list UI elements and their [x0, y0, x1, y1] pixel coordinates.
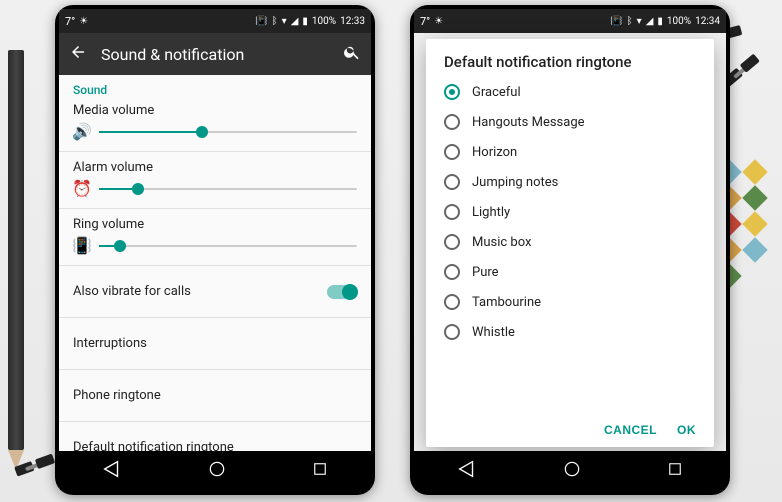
wifi-icon: ▾ [637, 16, 642, 27]
alarm-volume-slider[interactable] [99, 188, 357, 190]
alarm-volume-label: Alarm volume [73, 160, 357, 175]
battery-icon: ▮ [302, 16, 308, 27]
settings-content: Sound Media volume 🔊 Alarm volume ⏰ [59, 75, 371, 451]
clock: 12:34 [695, 16, 720, 27]
vibrate-calls-label: Also vibrate for calls [73, 284, 191, 299]
ringtone-option[interactable]: Lightly [436, 197, 704, 227]
ringtone-option[interactable]: Tambourine [436, 287, 704, 317]
ringtone-option-list[interactable]: Graceful Hangouts Message Horizon Jumping n… [426, 77, 714, 415]
section-sound: Sound [73, 83, 357, 97]
ringtone-option-label: Music box [472, 235, 531, 250]
default-ringtone-label: Default notification ringtone [73, 440, 234, 451]
volume-icon: 🔊 [73, 122, 91, 141]
temperature: 7° [420, 15, 430, 28]
ringtone-option[interactable]: Hangouts Message [436, 107, 704, 137]
status-bar: 7° ☀ 📳 ᛒ ▾ ◢ ▮ 100% 12:33 [59, 9, 371, 33]
wifi-icon: ▾ [282, 16, 287, 27]
vibrate-status-icon: 📳 [610, 16, 622, 27]
signal-icon: ◢ [646, 16, 654, 27]
cancel-button[interactable]: CANCEL [604, 423, 657, 437]
ringtone-option[interactable]: Graceful [436, 77, 704, 107]
temperature: 7° [65, 15, 75, 28]
radio-icon [444, 294, 460, 310]
nav-back-icon[interactable] [101, 458, 123, 484]
ring-volume-label: Ring volume [73, 217, 357, 232]
battery-pct: 100% [667, 16, 691, 27]
back-icon[interactable] [69, 43, 87, 65]
radio-icon [444, 204, 460, 220]
weather-icon: ☀ [434, 16, 443, 27]
ringtone-option-label: Jumping notes [472, 175, 558, 190]
phone-ringtone-label: Phone ringtone [73, 388, 161, 403]
media-volume-slider[interactable] [99, 131, 357, 133]
radio-icon [444, 84, 460, 100]
dimmed-background: ORAIPDNWShow all notification content De… [414, 33, 726, 451]
battery-icon: ▮ [657, 16, 663, 27]
page-title: Sound & notification [101, 45, 329, 64]
app-bar: Sound & notification [59, 33, 371, 75]
interruptions-row[interactable]: Interruptions [73, 326, 357, 361]
radio-icon [444, 234, 460, 250]
ringtone-option[interactable]: Jumping notes [436, 167, 704, 197]
ringtone-option-label: Graceful [472, 85, 521, 100]
ringtone-option-label: Hangouts Message [472, 115, 585, 130]
phone-left: 7° ☀ 📳 ᛒ ▾ ◢ ▮ 100% 12:33 Sound & notifi… [55, 5, 375, 495]
radio-icon [444, 144, 460, 160]
ringtone-option-label: Tambourine [472, 295, 541, 310]
ok-button[interactable]: OK [677, 423, 696, 437]
nav-back-icon[interactable] [456, 458, 478, 484]
nav-home-icon[interactable] [562, 459, 582, 483]
ring-volume-row: Ring volume 📳 [73, 217, 357, 255]
dialog-title: Default notification ringtone [426, 39, 714, 77]
weather-icon: ☀ [79, 16, 88, 27]
vibrate-icon: 📳 [73, 236, 91, 255]
status-bar: 7° ☀ 📳 ᛒ ▾ ◢ ▮ 100% 12:34 [414, 9, 726, 33]
nav-bar [414, 451, 726, 491]
ringtone-option-label: Horizon [472, 145, 517, 160]
radio-icon [444, 114, 460, 130]
nav-recent-icon[interactable] [666, 460, 684, 482]
ringtone-option[interactable]: Horizon [436, 137, 704, 167]
ring-volume-slider[interactable] [99, 245, 357, 247]
media-volume-row: Media volume 🔊 [73, 103, 357, 141]
media-volume-label: Media volume [73, 103, 357, 118]
radio-icon [444, 264, 460, 280]
ringtone-option[interactable]: Pure [436, 257, 704, 287]
alarm-icon: ⏰ [73, 179, 91, 198]
pencil-prop [8, 50, 24, 450]
ringtone-option[interactable]: Whistle [436, 317, 704, 347]
ringtone-option-label: Lightly [472, 205, 510, 220]
ringtone-dialog: Default notification ringtone Graceful Ha… [426, 39, 714, 447]
ringtone-option[interactable]: Music box [436, 227, 704, 257]
vibrate-calls-switch[interactable] [327, 285, 357, 299]
nav-home-icon[interactable] [207, 459, 227, 483]
vibrate-status-icon: 📳 [255, 16, 267, 27]
phone-ringtone-row[interactable]: Phone ringtone [73, 378, 357, 413]
vibrate-calls-row[interactable]: Also vibrate for calls [73, 274, 357, 309]
bluetooth-icon: ᛒ [272, 16, 278, 27]
signal-icon: ◢ [291, 16, 299, 27]
ringtone-option-label: Pure [472, 265, 499, 280]
clock: 12:33 [340, 16, 365, 27]
bluetooth-icon: ᛒ [627, 16, 633, 27]
alarm-volume-row: Alarm volume ⏰ [73, 160, 357, 198]
nav-recent-icon[interactable] [311, 460, 329, 482]
phone-right: 7° ☀ 📳 ᛒ ▾ ◢ ▮ 100% 12:34 ORAIPDNWShow a… [410, 5, 730, 495]
radio-icon [444, 174, 460, 190]
default-ringtone-row[interactable]: Default notification ringtone Graceful [73, 430, 357, 451]
ringtone-option-label: Whistle [472, 325, 515, 340]
battery-pct: 100% [312, 16, 336, 27]
interruptions-label: Interruptions [73, 336, 147, 351]
nav-bar [59, 451, 371, 491]
radio-icon [444, 324, 460, 340]
search-icon[interactable] [343, 43, 361, 65]
